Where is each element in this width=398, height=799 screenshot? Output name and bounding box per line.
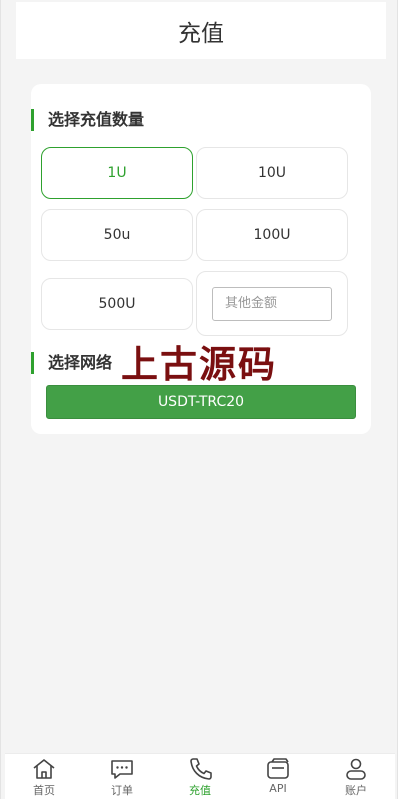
amount-option-50u[interactable]: 50u	[41, 209, 193, 261]
network-section-title: 选择网络	[31, 352, 112, 374]
amount-option-500u[interactable]: 500U	[41, 278, 193, 330]
home-icon	[33, 759, 55, 779]
custom-amount-input[interactable]	[212, 286, 332, 321]
tab-account[interactable]: 账户	[317, 754, 395, 799]
tab-home-label: 首页	[33, 784, 55, 797]
page-title: 充值	[178, 20, 224, 47]
phone-icon	[190, 758, 212, 780]
amount-option-1u[interactable]: 1U	[41, 147, 193, 199]
tab-home[interactable]: 首页	[5, 754, 83, 799]
tab-api-label: API	[269, 782, 287, 795]
tab-recharge-label: 充值	[189, 784, 211, 797]
tab-api[interactable]: API	[239, 754, 317, 799]
tab-orders-label: 订单	[111, 784, 133, 797]
amount-option-100u[interactable]: 100U	[196, 209, 348, 261]
bottom-tabbar: 首页 订单 充值 API 账户	[5, 753, 395, 799]
card-icon	[267, 758, 289, 779]
tab-orders[interactable]: 订单	[83, 754, 161, 799]
custom-amount-box	[196, 271, 348, 336]
user-icon	[346, 758, 366, 780]
tab-recharge[interactable]: 充值	[161, 754, 239, 799]
page-header: 充值	[16, 2, 386, 59]
amount-section-title: 选择充值数量	[31, 109, 144, 131]
chat-bubble-icon	[111, 760, 133, 779]
amount-option-10u[interactable]: 10U	[196, 147, 348, 199]
tab-account-label: 账户	[345, 784, 367, 797]
network-usdt-trc20-button[interactable]: USDT-TRC20	[46, 385, 356, 419]
watermark: 上古源码	[121, 343, 277, 386]
